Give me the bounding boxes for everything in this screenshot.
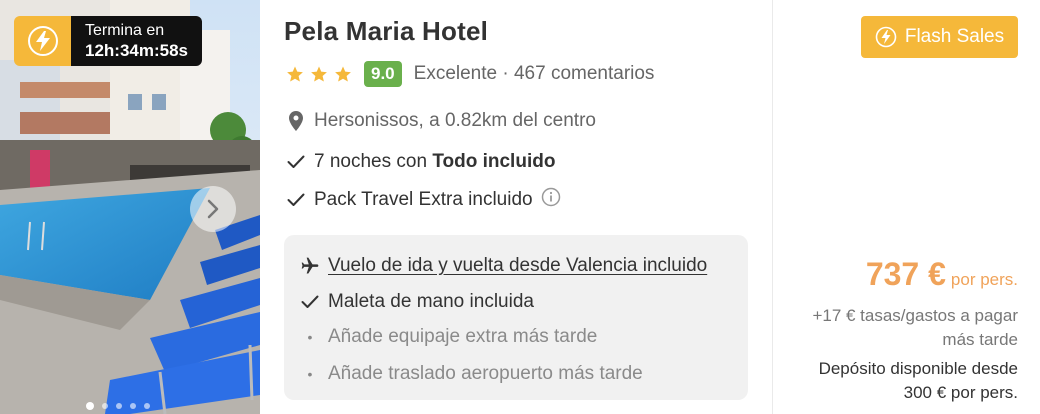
plane-icon [298, 256, 322, 276]
bullet-icon: • [307, 329, 313, 345]
bullet-icon: • [307, 366, 313, 382]
star-icon [311, 66, 327, 82]
countdown-badge: Termina en 12h:34m:58s [14, 16, 202, 66]
fees-note: +17 € tasas/gastos a pagar más tarde [812, 306, 1018, 349]
info-circle-icon[interactable] [541, 187, 561, 213]
lightning-icon [875, 26, 897, 48]
check-icon [298, 292, 322, 312]
extra-luggage-line: • Añade equipaje extra más tarde [298, 326, 598, 348]
flight-line[interactable]: Vuelo de ida y vuelta desde Valencia inc… [298, 255, 707, 277]
hotel-stars [286, 65, 352, 83]
extra-luggage-text: Añade equipaje extra más tarde [328, 326, 598, 347]
board-type: Todo incluido [432, 151, 556, 172]
review-summary[interactable]: Excelente · 467 comentarios [414, 63, 655, 85]
transfer-text: Añade traslado aeropuerto más tarde [328, 363, 643, 384]
hotel-info: Pela Maria Hotel 9.0 Excelente · 467 com… [260, 0, 772, 414]
map-pin-icon [286, 111, 306, 131]
carousel-dots [86, 402, 150, 410]
carousel-next-button[interactable] [190, 186, 236, 232]
flight-details-box: Vuelo de ida y vuelta desde Valencia inc… [284, 235, 748, 400]
review-score-badge: 9.0 [364, 61, 402, 87]
carousel-dot[interactable] [144, 403, 150, 409]
star-icon [335, 66, 351, 82]
lightning-icon [14, 16, 71, 66]
transfer-line: • Añade traslado aeropuerto más tarde [298, 363, 643, 385]
pack-text: Pack Travel Extra incluido [314, 189, 533, 210]
carousel-dot[interactable] [116, 403, 122, 409]
carousel-dot[interactable] [130, 403, 136, 409]
hand-luggage-text: Maleta de mano incluida [328, 291, 534, 312]
star-icon [287, 66, 303, 82]
price-unit: por pers. [950, 270, 1018, 289]
flash-sales-label: Flash Sales [904, 26, 1005, 47]
flash-sales-badge: Flash Sales [861, 16, 1018, 58]
location-line: Hersonissos, a 0.82km del centro [286, 110, 596, 132]
price-row: 737 € por pers. [866, 256, 1018, 293]
nights-text: 7 noches con [314, 151, 428, 172]
rating-row: 9.0 Excelente · 467 comentarios [286, 60, 654, 88]
location-text: Hersonissos, a 0.82km del centro [314, 110, 596, 131]
check-icon [286, 152, 306, 172]
carousel-dot[interactable] [86, 402, 94, 410]
flight-link[interactable]: Vuelo de ida y vuelta desde Valencia inc… [328, 255, 707, 277]
deposit-note: Depósito disponible desde 300 € por pers… [818, 359, 1018, 402]
chevron-right-icon [207, 199, 219, 219]
carousel-dot[interactable] [102, 403, 108, 409]
pack-line: Pack Travel Extra incluido [286, 187, 561, 213]
hand-luggage-line: Maleta de mano incluida [298, 291, 534, 313]
hotel-photo-carousel[interactable]: Termina en 12h:34m:58s [0, 0, 260, 414]
hotel-title[interactable]: Pela Maria Hotel [284, 16, 488, 47]
price-panel: Flash Sales 737 € por pers. +17 € tasas/… [772, 0, 1040, 414]
countdown-text: Termina en 12h:34m:58s [71, 16, 202, 66]
board-line: 7 noches con Todo incluido [286, 151, 555, 173]
countdown-label: Termina en [85, 22, 165, 39]
countdown-value: 12h:34m:58s [85, 41, 189, 60]
check-icon [286, 190, 306, 210]
price-value: 737 € [865, 256, 946, 292]
